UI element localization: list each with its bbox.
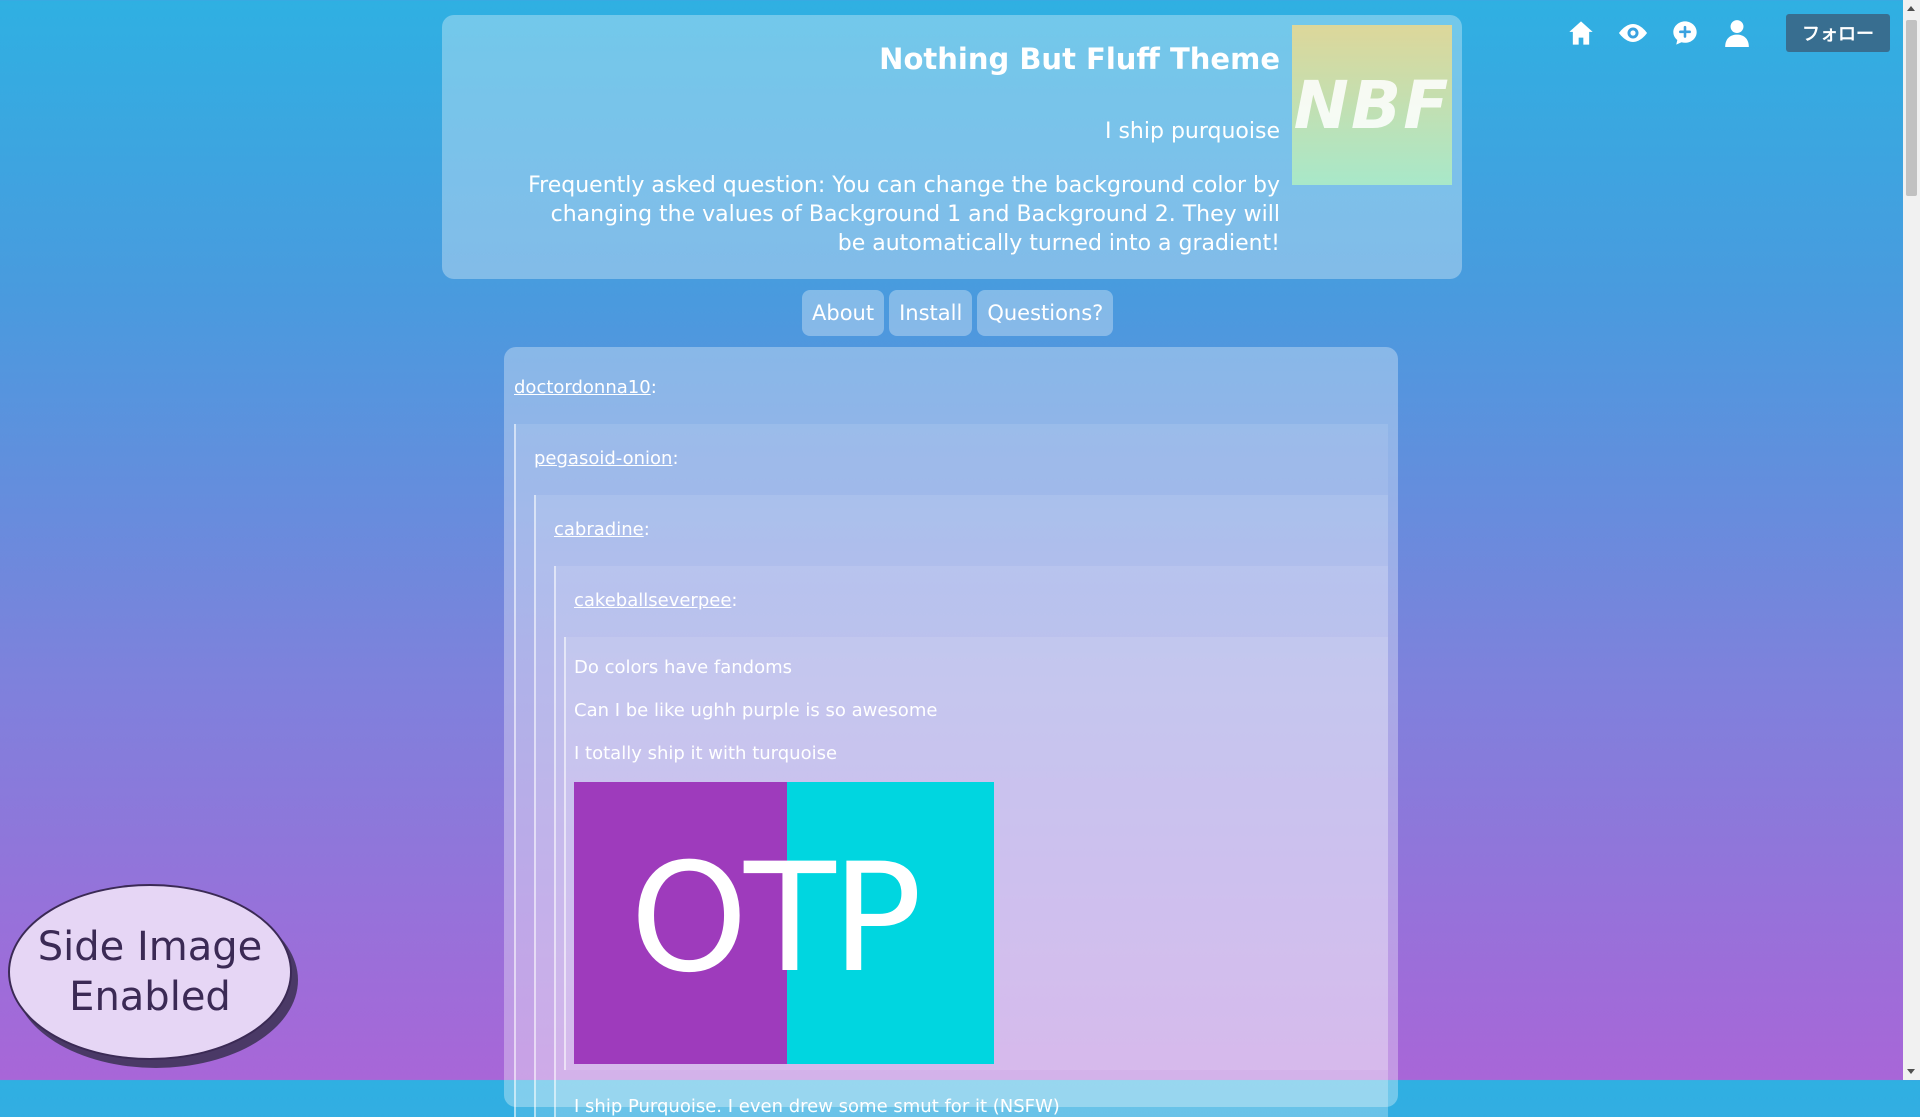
reblog-header: doctordonna10: xyxy=(514,377,1388,398)
page-scrollbar[interactable] xyxy=(1903,0,1920,1080)
reblog-user-link[interactable]: doctordonna10 xyxy=(514,377,651,398)
blog-nav: About Install Questions? xyxy=(802,290,1114,336)
reblog-separator: : xyxy=(650,377,657,398)
reblog-quote: cabradine: cakeballseverpee: Do colors h… xyxy=(534,495,1388,1117)
post-text-line: Do colors have fandoms xyxy=(574,657,793,678)
user-icon[interactable] xyxy=(1722,18,1752,48)
reblog-separator: : xyxy=(672,448,679,469)
blog-description: Frequently asked question: You can chang… xyxy=(528,173,1280,256)
original-post-quote: Do colors have fandoms Can I be like ugh… xyxy=(564,637,1388,1070)
reblog-quote: cakeballseverpee: Do colors have fandoms… xyxy=(554,566,1388,1117)
follow-button[interactable]: フォロー xyxy=(1786,14,1890,52)
reblog-header: cakeballseverpee: xyxy=(574,590,1388,611)
home-icon[interactable] xyxy=(1566,18,1596,48)
reblog-user-link[interactable]: cakeballseverpee xyxy=(574,590,731,611)
reblog-separator: : xyxy=(643,519,650,540)
eye-icon[interactable] xyxy=(1618,18,1648,48)
otp-image[interactable]: OTP xyxy=(574,782,994,1064)
tumblr-controls: フォロー xyxy=(1566,14,1890,52)
reblog-user-link[interactable]: cabradine xyxy=(554,519,644,540)
reblog-quote: pegasoid-onion: cabradine: cakeballsever… xyxy=(514,424,1388,1117)
blog-avatar[interactable]: NBF xyxy=(1292,25,1452,185)
otp-image-text: OTP xyxy=(630,832,922,1006)
reblog-header: pegasoid-onion: xyxy=(534,448,1388,469)
scroll-down-arrow[interactable] xyxy=(1907,1069,1915,1074)
side-badge-line: Enabled xyxy=(69,974,231,1020)
reblog-user-link[interactable]: pegasoid-onion xyxy=(534,448,672,469)
scroll-thumb[interactable] xyxy=(1906,20,1917,196)
nav-install-button[interactable]: Install xyxy=(889,290,973,336)
nav-questions-button[interactable]: Questions? xyxy=(977,290,1114,336)
blog-title: Nothing But Fluff Theme xyxy=(879,42,1280,76)
side-badge-line: Side Image xyxy=(37,924,263,970)
scroll-up-arrow[interactable] xyxy=(1907,6,1915,11)
post-text-line: I totally ship it with turquoise xyxy=(574,743,838,764)
post: doctordonna10: pegasoid-onion: cabradine… xyxy=(504,347,1398,1117)
logo-text: NBF xyxy=(1293,66,1451,144)
post-text-line: I ship Purquoise. I even drew some smut … xyxy=(574,1096,1060,1117)
nav-about-button[interactable]: About xyxy=(802,290,885,336)
blog-header: Nothing But Fluff Theme I ship purquoise… xyxy=(442,15,1462,279)
reblog-header: cabradine: xyxy=(554,519,1388,540)
reblog-separator: : xyxy=(731,590,738,611)
post-text-line: Can I be like ughh purple is so awesome xyxy=(574,700,938,721)
blog-subtitle: I ship purquoise xyxy=(1104,119,1280,144)
chat-plus-icon[interactable] xyxy=(1670,18,1700,48)
side-image-badge: Side Image Enabled xyxy=(8,884,292,1060)
